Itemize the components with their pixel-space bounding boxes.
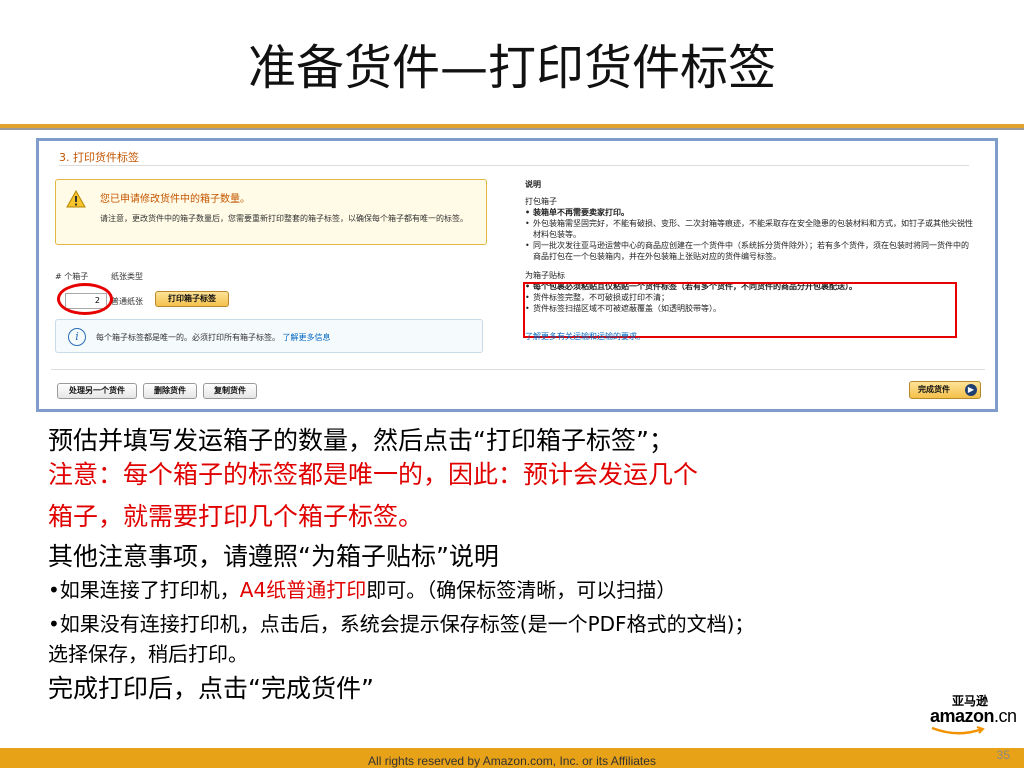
info-box: i 每个箱子标签都是唯一的。必须打印所有箱子标签。 了解更多信息 [55,319,483,353]
bullet-printer-connected: •如果连接了打印机，A4纸普通打印即可。（确保标签清晰，可以扫描） [48,576,676,604]
packing-heading: 打包箱子 [525,197,557,206]
process-another-button[interactable]: 处理另一个货件 [57,383,137,399]
smile-arrow-icon [931,726,985,735]
actions-divider [51,369,985,370]
logo-main-text: amazon [930,706,995,726]
bullet-1-suffix: 即可。（确保标签清晰，可以扫描） [366,578,677,602]
slide-title: 准备货件—打印货件标签 [247,40,776,96]
info-message: 每个箱子标签都是唯一的。必须打印所有箱子标签。 [96,333,280,342]
instruction-note-1: 注意：每个箱子的标签都是唯一的，因此：预计会发运几个 [48,460,699,489]
section-title: 3. 打印货件标签 [59,151,139,164]
labeling-heading: 为箱子贴标 [525,271,565,280]
info-text: 每个箱子标签都是唯一的。必须打印所有箱子标签。 了解更多信息 [96,332,331,343]
finish-shipment-button[interactable]: 完成货件 ▶ [909,381,981,399]
section-divider [59,165,969,166]
warning-body: 请注意，更改货件中的箱子数量后，您需要重新打印整套的箱子标签，以确保每个箱子都有… [100,214,468,223]
notes-title: 说明 [525,180,541,189]
screenshot-frame: 3. 打印货件标签 您已申请修改货件中的箱子数量。 请注意，更改货件中的箱子数量… [36,138,998,412]
paper-type-label: 纸张类型 [111,272,143,281]
warning-heading: 您已申请修改货件中的箱子数量。 [100,194,250,205]
packing-item: 同一批次发往亚马逊运营中心的商品应创建在一个货件中（系统拆分货件除外）；若有多个… [525,240,973,262]
notes-highlight-rect [523,282,957,338]
bullet-no-printer: •如果没有连接打印机，点击后，系统会提示保存标签(是一个PDF格式的文档)； [48,612,755,636]
instruction-note-2: 箱子，就需要打印几个箱子标签。 [48,502,424,531]
logo-suffix: .cn [994,706,1017,726]
shipment-label-panel: 3. 打印货件标签 您已申请修改货件中的箱子数量。 请注意，更改货件中的箱子数量… [51,141,985,399]
copy-shipment-button[interactable]: 复制货件 [203,383,257,399]
finish-shipment-label: 完成货件 [918,385,950,394]
instruction-line-2: 其他注意事项，请遵照“为箱子贴标”说明 [48,542,499,571]
highlight-circle [57,283,113,315]
arrow-right-icon: ▶ [965,384,977,396]
delete-shipment-button[interactable]: 删除货件 [143,383,197,399]
learn-more-link[interactable]: 了解更多信息 [283,333,331,342]
print-box-labels-button[interactable]: 打印箱子标签 [155,291,229,307]
page-number: 35 [996,748,1010,762]
bullet-1-prefix: •如果连接了打印机， [48,578,240,602]
packing-item: 外包装箱需坚固完好，不能有破损、变形、二次封箱等痕迹，不能采取存在安全隐患的包装… [525,218,973,240]
box-count-label: # 个箱子 [55,272,89,281]
warning-box: 您已申请修改货件中的箱子数量。 请注意，更改货件中的箱子数量后，您需要重新打印整… [55,179,487,245]
packing-item: 装箱单不再需要卖家打印。 [525,207,973,218]
instruction-line-1: 预估并填写发运箱子的数量，然后点击“打印箱子标签”； [48,426,674,455]
instruction-line-3: 完成打印后，点击“完成货件” [48,674,374,703]
title-divider-shadow [0,128,1024,130]
packing-list: 装箱单不再需要卖家打印。 外包装箱需坚固完好，不能有破损、变形、二次封箱等痕迹，… [525,207,973,262]
info-icon: i [68,328,86,346]
bullet-1-highlight: A4纸普通打印 [239,578,367,602]
footer-copyright: All rights reserved by Amazon.com, Inc. … [368,754,656,768]
logo-wordmark: amazon.cn [930,706,1017,727]
amazon-logo: 亚马逊 amazon.cn [918,692,1018,740]
bullet-no-printer-cont: 选择保存，稍后打印。 [48,642,248,666]
shipping-requirements-link[interactable]: 了解更多有关运输和运输的要求。 [525,331,645,342]
warning-icon [66,190,86,208]
paper-type-value[interactable]: 普通纸张 [111,296,143,307]
